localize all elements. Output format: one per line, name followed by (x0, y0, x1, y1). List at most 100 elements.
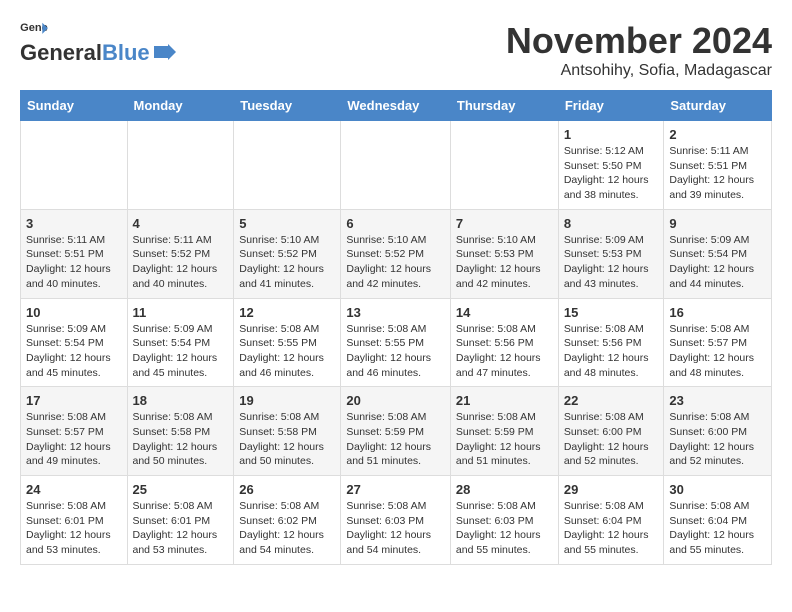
calendar-day-cell: 13 Sunrise: 5:08 AM Sunset: 5:55 PM Dayli… (341, 298, 451, 387)
weekday-header-saturday: Saturday (664, 91, 772, 121)
day-info: Sunrise: 5:08 AM Sunset: 6:00 PM Dayligh… (564, 410, 659, 469)
day-info: Sunrise: 5:11 AM Sunset: 5:51 PM Dayligh… (26, 233, 122, 292)
page-header: General General Blue November 2024 Antso… (20, 20, 772, 80)
logo-general: General (20, 40, 102, 66)
calendar-day-cell: 7 Sunrise: 5:10 AM Sunset: 5:53 PM Daylig… (450, 209, 558, 298)
calendar-day-cell: 17Sunrise: 5:08 AM Sunset: 5:57 PM Dayli… (21, 387, 128, 476)
calendar-day-cell: 1 Sunrise: 5:12 AM Sunset: 5:50 PM Daylig… (558, 121, 664, 210)
calendar-week-row: 1 Sunrise: 5:12 AM Sunset: 5:50 PM Daylig… (21, 121, 772, 210)
day-info: Sunrise: 5:08 AM Sunset: 5:56 PM Dayligh… (564, 322, 659, 381)
day-info: Sunrise: 5:09 AM Sunset: 5:54 PM Dayligh… (669, 233, 766, 292)
day-number: 19 (239, 393, 335, 408)
logo-icon: General (20, 20, 48, 38)
weekday-header-friday: Friday (558, 91, 664, 121)
day-info: Sunrise: 5:08 AM Sunset: 6:04 PM Dayligh… (669, 499, 766, 558)
day-info: Sunrise: 5:10 AM Sunset: 5:52 PM Dayligh… (239, 233, 335, 292)
calendar-day-cell: 6Sunrise: 5:10 AM Sunset: 5:52 PM Daylig… (341, 209, 451, 298)
calendar-day-cell: 8Sunrise: 5:09 AM Sunset: 5:53 PM Daylig… (558, 209, 664, 298)
day-number: 12 (239, 305, 335, 320)
calendar-day-cell: 14Sunrise: 5:08 AM Sunset: 5:56 PM Dayli… (450, 298, 558, 387)
day-number: 2 (669, 127, 766, 142)
empty-day-cell (341, 121, 451, 210)
day-info: Sunrise: 5:08 AM Sunset: 5:57 PM Dayligh… (669, 322, 766, 381)
weekday-header-thursday: Thursday (450, 91, 558, 121)
day-info: Sunrise: 5:09 AM Sunset: 5:54 PM Dayligh… (133, 322, 229, 381)
day-number: 9 (669, 216, 766, 231)
day-info: Sunrise: 5:08 AM Sunset: 6:01 PM Dayligh… (26, 499, 122, 558)
location-subtitle: Antsohihy, Sofia, Madagascar (506, 62, 772, 80)
calendar-day-cell: 22 Sunrise: 5:08 AM Sunset: 6:00 PM Dayli… (558, 387, 664, 476)
day-number: 5 (239, 216, 335, 231)
logo-blue: Blue (102, 40, 150, 66)
day-number: 21 (456, 393, 553, 408)
calendar-day-cell: 5 Sunrise: 5:10 AM Sunset: 5:52 PM Daylig… (234, 209, 341, 298)
calendar-week-row: 10 Sunrise: 5:09 AM Sunset: 5:54 PM Dayli… (21, 298, 772, 387)
calendar-day-cell: 29Sunrise: 5:08 AM Sunset: 6:04 PM Dayli… (558, 476, 664, 565)
calendar-day-cell: 12 Sunrise: 5:08 AM Sunset: 5:55 PM Dayli… (234, 298, 341, 387)
month-year-title: November 2024 (506, 20, 772, 62)
calendar-day-cell: 9 Sunrise: 5:09 AM Sunset: 5:54 PM Daylig… (664, 209, 772, 298)
day-number: 18 (133, 393, 229, 408)
day-info: Sunrise: 5:08 AM Sunset: 5:55 PM Dayligh… (346, 322, 445, 381)
day-info: Sunrise: 5:08 AM Sunset: 6:03 PM Dayligh… (456, 499, 553, 558)
day-info: Sunrise: 5:08 AM Sunset: 5:59 PM Dayligh… (346, 410, 445, 469)
day-number: 20 (346, 393, 445, 408)
day-number: 30 (669, 482, 766, 497)
calendar-table: SundayMondayTuesdayWednesdayThursdayFrid… (20, 90, 772, 565)
calendar-week-row: 24 Sunrise: 5:08 AM Sunset: 6:01 PM Dayli… (21, 476, 772, 565)
day-info: Sunrise: 5:10 AM Sunset: 5:53 PM Dayligh… (456, 233, 553, 292)
calendar-day-cell: 2 Sunrise: 5:11 AM Sunset: 5:51 PM Daylig… (664, 121, 772, 210)
day-number: 17 (26, 393, 122, 408)
empty-day-cell (450, 121, 558, 210)
logo-arrow-icon (154, 44, 176, 60)
calendar-day-cell: 26Sunrise: 5:08 AM Sunset: 6:02 PM Dayli… (234, 476, 341, 565)
day-number: 1 (564, 127, 659, 142)
weekday-header-tuesday: Tuesday (234, 91, 341, 121)
calendar-day-cell: 23 Sunrise: 5:08 AM Sunset: 6:00 PM Dayli… (664, 387, 772, 476)
day-info: Sunrise: 5:08 AM Sunset: 5:59 PM Dayligh… (456, 410, 553, 469)
day-info: Sunrise: 5:09 AM Sunset: 5:54 PM Dayligh… (26, 322, 122, 381)
calendar-day-cell: 15 Sunrise: 5:08 AM Sunset: 5:56 PM Dayli… (558, 298, 664, 387)
day-info: Sunrise: 5:08 AM Sunset: 5:55 PM Dayligh… (239, 322, 335, 381)
day-number: 25 (133, 482, 229, 497)
day-number: 26 (239, 482, 335, 497)
calendar-day-cell: 16 Sunrise: 5:08 AM Sunset: 5:57 PM Dayli… (664, 298, 772, 387)
title-area: November 2024 Antsohihy, Sofia, Madagasc… (506, 20, 772, 80)
empty-day-cell (234, 121, 341, 210)
day-number: 3 (26, 216, 122, 231)
day-info: Sunrise: 5:11 AM Sunset: 5:51 PM Dayligh… (669, 144, 766, 203)
calendar-header-row: SundayMondayTuesdayWednesdayThursdayFrid… (21, 91, 772, 121)
calendar-day-cell: 24 Sunrise: 5:08 AM Sunset: 6:01 PM Dayli… (21, 476, 128, 565)
empty-day-cell (21, 121, 128, 210)
empty-day-cell (127, 121, 234, 210)
day-number: 11 (133, 305, 229, 320)
day-number: 23 (669, 393, 766, 408)
day-number: 8 (564, 216, 659, 231)
day-number: 15 (564, 305, 659, 320)
calendar-day-cell: 3 Sunrise: 5:11 AM Sunset: 5:51 PM Daylig… (21, 209, 128, 298)
day-info: Sunrise: 5:08 AM Sunset: 6:00 PM Dayligh… (669, 410, 766, 469)
day-info: Sunrise: 5:08 AM Sunset: 5:58 PM Dayligh… (239, 410, 335, 469)
day-info: Sunrise: 5:10 AM Sunset: 5:52 PM Dayligh… (346, 233, 445, 292)
calendar-week-row: 17Sunrise: 5:08 AM Sunset: 5:57 PM Dayli… (21, 387, 772, 476)
day-number: 7 (456, 216, 553, 231)
calendar-day-cell: 27 Sunrise: 5:08 AM Sunset: 6:03 PM Dayli… (341, 476, 451, 565)
day-number: 16 (669, 305, 766, 320)
calendar-day-cell: 18 Sunrise: 5:08 AM Sunset: 5:58 PM Dayli… (127, 387, 234, 476)
day-info: Sunrise: 5:08 AM Sunset: 5:58 PM Dayligh… (133, 410, 229, 469)
day-number: 22 (564, 393, 659, 408)
calendar-day-cell: 21 Sunrise: 5:08 AM Sunset: 5:59 PM Dayli… (450, 387, 558, 476)
day-info: Sunrise: 5:08 AM Sunset: 6:03 PM Dayligh… (346, 499, 445, 558)
weekday-header-wednesday: Wednesday (341, 91, 451, 121)
day-info: Sunrise: 5:08 AM Sunset: 5:56 PM Dayligh… (456, 322, 553, 381)
calendar-day-cell: 4Sunrise: 5:11 AM Sunset: 5:52 PM Daylig… (127, 209, 234, 298)
day-number: 10 (26, 305, 122, 320)
day-number: 13 (346, 305, 445, 320)
day-number: 27 (346, 482, 445, 497)
weekday-header-sunday: Sunday (21, 91, 128, 121)
day-info: Sunrise: 5:12 AM Sunset: 5:50 PM Dayligh… (564, 144, 659, 203)
calendar-day-cell: 25 Sunrise: 5:08 AM Sunset: 6:01 PM Dayli… (127, 476, 234, 565)
day-info: Sunrise: 5:08 AM Sunset: 6:01 PM Dayligh… (133, 499, 229, 558)
day-number: 24 (26, 482, 122, 497)
calendar-day-cell: 19 Sunrise: 5:08 AM Sunset: 5:58 PM Dayli… (234, 387, 341, 476)
